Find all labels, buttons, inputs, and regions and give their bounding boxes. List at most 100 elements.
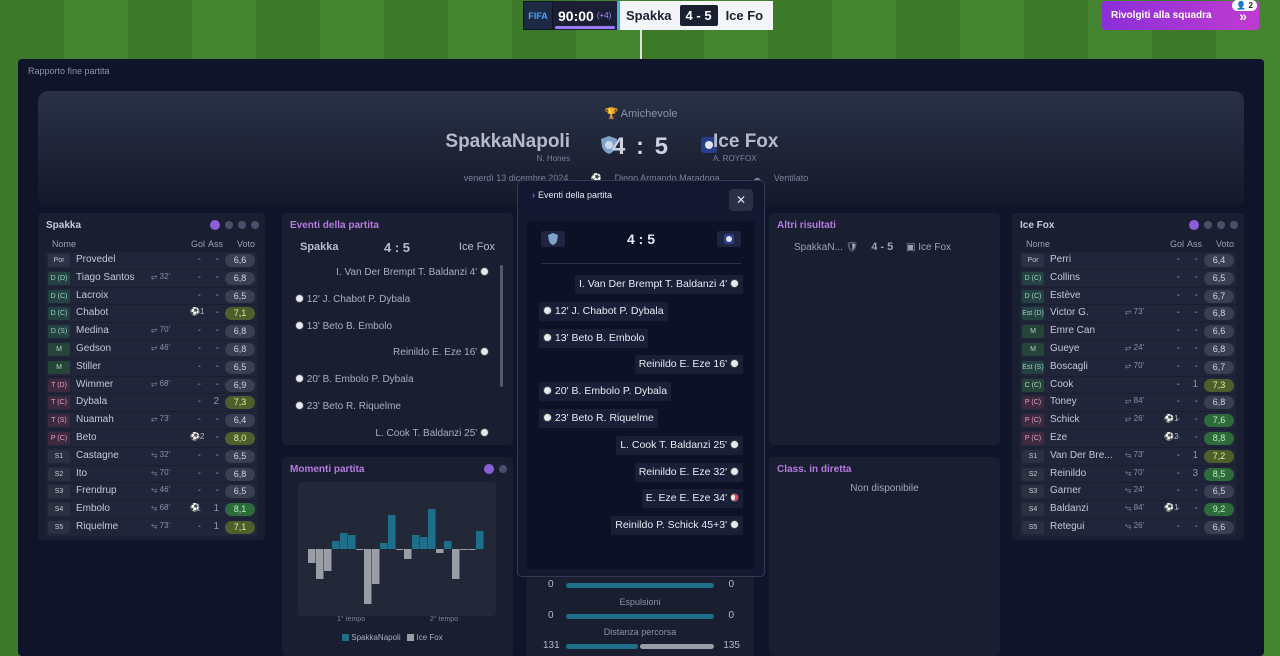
- substitution-icon: ⥃ 68': [151, 503, 171, 513]
- assists: 1: [213, 520, 219, 532]
- player-row[interactable]: S1 Van Der Bre... ⥃ 73' -1 7,2: [1020, 447, 1236, 466]
- player-row[interactable]: P (C) Beto ⚽2- -8,0: [46, 429, 257, 448]
- position-badge: M: [48, 342, 70, 356]
- player-row[interactable]: D (D) Tiago Santos ⥂ 32' - -6,8: [46, 269, 257, 288]
- position-badge: P (C): [1022, 431, 1044, 445]
- page-dots[interactable]: [210, 220, 259, 230]
- player-row[interactable]: Est (S) Boscagli ⥂ 70' - -6,7: [1020, 358, 1236, 377]
- position-badge: D (C): [1022, 289, 1044, 303]
- position-badge: S5: [1022, 520, 1044, 534]
- assists: -: [215, 254, 219, 265]
- time-progress-bar: [555, 26, 615, 29]
- player-row[interactable]: S3 Garner ⥃ 24' - -6,5: [1020, 483, 1236, 502]
- momentum-svg: [308, 509, 484, 604]
- player-name: Emre Can: [1050, 325, 1096, 337]
- position-badge: S3: [1022, 485, 1044, 499]
- player-row[interactable]: S5 Riquelme ⥃ 73' -1 7,1: [46, 518, 257, 537]
- player-row[interactable]: T (S) Nuamah ⥂ 73' - -6,4: [46, 412, 257, 430]
- assists: 1: [1192, 378, 1198, 390]
- position-badge: P (C): [1022, 414, 1044, 428]
- rating: 6,8: [1204, 307, 1234, 321]
- player-name: Castagne: [76, 449, 119, 461]
- position-badge: S4: [1022, 503, 1044, 517]
- events-scorerow: Spakka 4 : 5 Ice Fox: [300, 240, 495, 255]
- substitution-icon: ⥂ 46': [151, 342, 171, 352]
- close-button[interactable]: ✕: [729, 189, 753, 211]
- player-row[interactable]: S5 Retegui ⥃ 26' - -6,6: [1020, 518, 1236, 537]
- live-table-title: Class. in diretta: [777, 464, 852, 475]
- player-row[interactable]: Por Perri - -6,4: [1020, 252, 1236, 270]
- player-row[interactable]: D (C) Chabot ⚽1- -7,1: [46, 305, 257, 324]
- rating: 6,5: [1204, 271, 1234, 285]
- return-to-team-button[interactable]: Rivolgiti alla squadra » 👤 2: [1102, 0, 1259, 30]
- rating: 6,6: [1204, 325, 1234, 339]
- player-row[interactable]: T (D) Wimmer ⥂ 68' - -6,9: [46, 376, 257, 395]
- player-name: Van Der Bre...: [1050, 449, 1113, 461]
- player-row[interactable]: S4 Baldanzi ⥃ 84' ⚽1- -9,2: [1020, 501, 1236, 519]
- return-label: Rivolgiti alla squadra: [1111, 10, 1212, 21]
- substitution-icon: ⥃ 84': [1125, 503, 1145, 513]
- player-row[interactable]: D (C) Estève - -6,7: [1020, 287, 1236, 306]
- position-badge: M: [48, 360, 70, 374]
- player-name: Victor G.: [1050, 307, 1089, 319]
- goals: -: [1176, 431, 1180, 443]
- substitution-icon: ⥃ 26': [1125, 520, 1145, 530]
- goals: -: [1176, 271, 1180, 283]
- player-row[interactable]: S4 Embolo ⥃ 68' ⚽ 1 1 8,1: [46, 501, 257, 519]
- position-badge: S1: [48, 449, 70, 463]
- other-result-row[interactable]: SpakkaN... 🛡 4 - 5 ▣ Ice Fox: [794, 241, 951, 253]
- substitution-icon: ⥂ 84': [1125, 396, 1145, 406]
- assists: -: [1194, 289, 1198, 301]
- rating: 6,8: [1204, 396, 1234, 410]
- player-row[interactable]: S2 Ito ⥃ 70' - -6,8: [46, 465, 257, 484]
- goals: -: [1176, 254, 1180, 265]
- player-row[interactable]: D (S) Medina ⥂ 70' - -6,8: [46, 323, 257, 341]
- momentum-bar: [316, 549, 324, 579]
- player-row[interactable]: M Gueye ⥂ 24' - -6,8: [1020, 340, 1236, 359]
- rating: 6,8: [225, 271, 255, 285]
- position-badge: S5: [48, 520, 70, 534]
- player-row[interactable]: S1 Castagne ⥃ 32' - -6,5: [46, 447, 257, 466]
- player-row[interactable]: D (C) Collins - -6,5: [1020, 269, 1236, 288]
- assists: -: [215, 325, 219, 337]
- event-row: L. Cook T. Baldanzi 25': [375, 427, 489, 439]
- substitution-icon: ⥂ 70': [151, 325, 171, 335]
- player-row[interactable]: P (C) Toney ⥂ 84' - -6,8: [1020, 394, 1236, 413]
- away-crest-icon: [717, 231, 741, 247]
- rating: 8,5: [1204, 467, 1234, 481]
- player-row[interactable]: S3 Frendrup ⥃ 46' - -6,5: [46, 483, 257, 502]
- player-row[interactable]: C (C) Cook -1 7,3: [1020, 376, 1236, 395]
- player-row[interactable]: P (C) Schick ⥂ 26' ⚽1- -7,6: [1020, 412, 1236, 430]
- goals: -: [197, 396, 201, 408]
- player-row[interactable]: Est (D) Victor G. ⥂ 73' - -6,8: [1020, 305, 1236, 324]
- player-row[interactable]: M Gedson ⥂ 46' - -6,8: [46, 340, 257, 359]
- player-name: Beto: [76, 431, 97, 443]
- momentum-dots[interactable]: [484, 464, 507, 474]
- modal-title: Rapporto fine partita: [28, 66, 110, 76]
- rating: 6,5: [225, 449, 255, 463]
- substitution-icon: ⥂ 70': [1125, 360, 1145, 370]
- player-row[interactable]: D (C) Lacroix - -6,5: [46, 287, 257, 306]
- momentum-bar: [388, 515, 396, 549]
- momentum-bar: [380, 543, 388, 549]
- player-name: Gedson: [76, 342, 112, 354]
- player-row[interactable]: T (C) Dybala -2 7,3: [46, 394, 257, 413]
- player-row[interactable]: P (C) Eze ⚽2- -8,8: [1020, 429, 1236, 448]
- stat-bar-3-away: [640, 644, 714, 649]
- player-row[interactable]: M Emre Can - -6,6: [1020, 323, 1236, 341]
- assists: -: [1194, 414, 1198, 426]
- rating: 7,3: [225, 396, 255, 410]
- events-scrollbar[interactable]: [500, 265, 503, 387]
- assists: -: [1194, 325, 1198, 337]
- substitution-icon: ⥃ 73': [151, 520, 171, 530]
- added-time: (+4): [596, 11, 612, 20]
- rating: 6,8: [225, 467, 255, 481]
- player-row[interactable]: M Stiller - -6,5: [46, 358, 257, 377]
- player-row[interactable]: S2 Reinildo ⥃ 70' -3 8,5: [1020, 465, 1236, 484]
- page-dots-away[interactable]: [1189, 220, 1238, 230]
- popup-event-row: L. Cook T. Baldanzi 25': [616, 435, 743, 455]
- goals: -: [197, 360, 201, 372]
- player-row[interactable]: Por Provedel - -6,6: [46, 252, 257, 270]
- ball-icon: [730, 359, 739, 369]
- assists: -: [1194, 520, 1198, 532]
